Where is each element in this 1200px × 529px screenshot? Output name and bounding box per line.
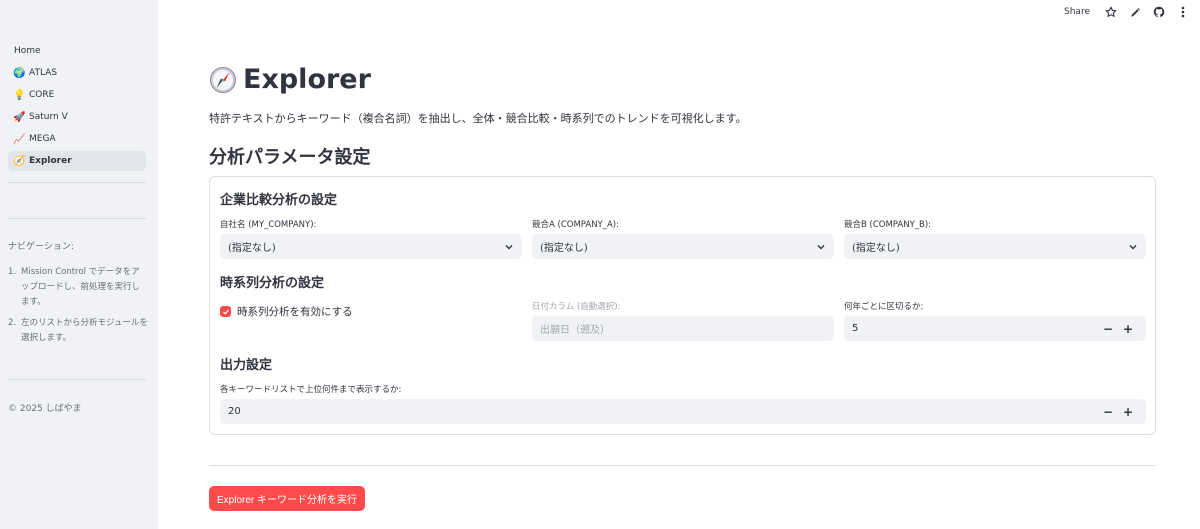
list-item: 1. Mission Control でデータをアップロードし、前処理を実行しま… [8,265,148,310]
compass-icon [209,66,237,94]
sidebar: Home 🌍 ATLAS 💡 CORE 🚀 Saturn V 📈 MEGA 🧭 … [0,0,158,529]
section-title: 分析パラメータ設定 [209,147,371,168]
globe-icon: 🌍 [13,67,26,79]
star-icon[interactable] [1104,5,1118,19]
nav-steps: 1. Mission Control でデータをアップロードし、前処理を実行しま… [8,265,148,352]
topn-value[interactable]: 20 [228,406,1098,417]
sidebar-item-label: CORE [29,90,55,100]
company-b-select[interactable]: (指定なし) [844,234,1146,259]
list-item: 2. 左のリストから分析モジュールを選択します。 [8,316,148,346]
select-value: (指定なし) [540,243,588,254]
check-icon [220,306,231,317]
interval-value[interactable]: 5 [852,323,1098,334]
timeseries-heading: 時系列分析の設定 [220,276,325,291]
sidebar-item-explorer[interactable]: 🧭 Explorer [8,151,146,171]
toolbar: Share [1064,4,1190,20]
chevron-down-icon [817,244,825,249]
pencil-icon[interactable] [1128,5,1142,19]
github-icon[interactable] [1152,5,1166,19]
topn-label: 各キーワードリストで上位何件まで表示するか: [220,385,402,395]
sidebar-item-core[interactable]: 💡 CORE [8,85,146,105]
sidebar-item-atlas[interactable]: 🌍 ATLAS [8,63,146,83]
parameters-form: 企業比較分析の設定 自社名 (MY_COMPANY): (指定なし) 競合A (… [209,176,1156,435]
output-heading: 出力設定 [220,358,273,373]
my-company-select[interactable]: (指定なし) [220,234,522,259]
company-heading: 企業比較分析の設定 [220,193,338,208]
page-description: 特許テキストからキーワード（複合名詞）を抽出し、全体・競合比較・時系列でのトレン… [209,112,747,125]
interval-stepper[interactable]: 5 − + [844,316,1146,341]
date-column-field: 出願日（遡及） [532,316,834,341]
sidebar-item-label: Explorer [29,156,72,166]
step-number: 1. [8,267,17,277]
sidebar-divider [8,218,146,219]
step-text: 左のリストから分析モジュールを選択します。 [21,318,148,343]
checkbox-label: 時系列分析を有効にする [237,306,353,318]
date-column-label: 日付カラム (自動選択): [532,302,621,312]
sidebar-nav: Home 🌍 ATLAS 💡 CORE 🚀 Saturn V 📈 MEGA 🧭 … [8,40,146,171]
step-number: 2. [8,318,17,328]
more-vertical-icon[interactable] [1176,5,1190,19]
copyright: © 2025 しばやま [8,404,82,414]
sidebar-divider [8,182,146,183]
select-value: (指定なし) [852,243,900,254]
run-analysis-button[interactable]: Explorer キーワード分析を実行 [209,486,365,511]
chevron-down-icon [505,244,513,249]
interval-label: 何年ごとに区切るか: [844,302,924,312]
divider [209,465,1156,466]
plus-icon[interactable]: + [1118,405,1138,419]
company-a-select[interactable]: (指定なし) [532,234,834,259]
company-a-label: 競合A (COMPANY_A): [532,220,619,230]
minus-icon[interactable]: − [1098,405,1118,419]
sidebar-item-mega[interactable]: 📈 MEGA [8,129,146,149]
share-button[interactable]: Share [1064,7,1090,17]
light-bulb-icon: 💡 [13,89,26,101]
my-company-label: 自社名 (MY_COMPANY): [220,220,317,230]
compass-icon: 🧭 [13,155,26,167]
minus-icon[interactable]: − [1098,322,1118,336]
sidebar-item-home[interactable]: Home [8,40,146,61]
page-title: Explorer [209,64,371,95]
step-text: Mission Control でデータをアップロードし、前処理を実行します。 [21,267,141,307]
sidebar-item-label: Saturn V [29,112,68,122]
chart-up-icon: 📈 [13,133,26,145]
timeseries-enable-checkbox[interactable]: 時系列分析を有効にする [220,304,353,319]
select-value: (指定なし) [228,243,276,254]
topn-stepper[interactable]: 20 − + [220,399,1146,424]
sidebar-item-label: ATLAS [29,68,58,78]
nav-heading: ナビゲーション: [8,242,74,252]
sidebar-divider [8,379,146,380]
rocket-icon: 🚀 [13,111,26,123]
sidebar-item-saturn-v[interactable]: 🚀 Saturn V [8,107,146,127]
company-b-label: 競合B (COMPANY_B): [844,220,932,230]
chevron-down-icon [1129,244,1137,249]
page-title-text: Explorer [243,64,371,95]
plus-icon[interactable]: + [1118,322,1138,336]
sidebar-item-label: MEGA [29,134,56,144]
